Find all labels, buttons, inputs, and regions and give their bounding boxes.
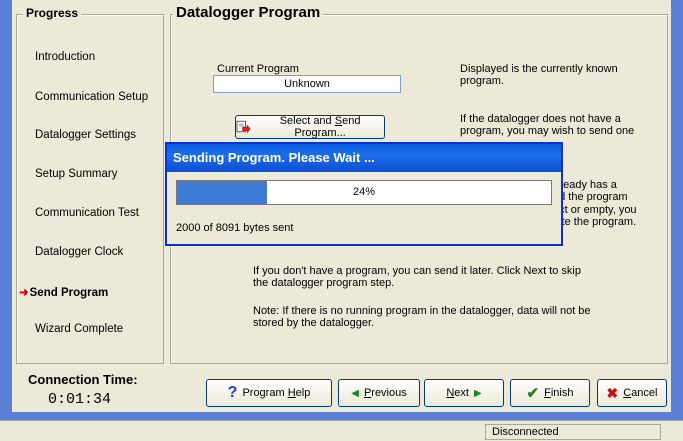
step-datalogger-clock: Datalogger Clock: [35, 246, 124, 258]
send-progress-percent: 24%: [352, 186, 376, 198]
step-send-program-label: Send Program: [29, 287, 109, 299]
step-communication-test: Communication Test: [35, 207, 139, 219]
dialog-title: Sending Program. Please Wait ...: [167, 144, 561, 172]
description-note: Note: If there is no running program in …: [253, 305, 591, 329]
window-bottom-border: [0, 412, 683, 420]
description-fragment-4: iate the program.: [553, 216, 637, 228]
program-title: Datalogger Program: [173, 4, 324, 21]
sending-program-dialog: Sending Program. Please Wait ... 24% 200…: [165, 142, 563, 246]
previous-arrow-icon: ◀: [351, 387, 359, 399]
connection-time-label: Connection Time:: [28, 372, 138, 387]
step-datalogger-settings: Datalogger Settings: [35, 129, 137, 141]
connection-status: Disconnected: [485, 424, 661, 440]
checkmark-icon: ✔: [526, 385, 540, 402]
description-fragment-2: nd the program: [553, 191, 628, 203]
finish-button[interactable]: ✔ Finish: [510, 379, 590, 407]
step-introduction: Introduction: [35, 51, 96, 63]
status-bar: Disconnected: [0, 420, 683, 441]
current-step-arrow-icon: ➜: [19, 287, 29, 299]
description-skip: If you don't have a program, you can sen…: [253, 265, 581, 289]
connection-time-value: 0:01:34: [48, 391, 112, 408]
description-fragment-1: lready has a: [557, 179, 617, 191]
step-communication-setup: Communication Setup: [35, 91, 149, 103]
progress-panel: Progress Introduction Communication Setu…: [16, 6, 164, 364]
description-fragment-3: ect or empty, you: [553, 204, 637, 216]
progress-title: Progress: [23, 6, 82, 20]
description-current-program: Displayed is the currently known program…: [460, 63, 618, 87]
help-question-icon: ?: [227, 384, 238, 401]
program-help-button[interactable]: ? Program Help: [206, 379, 332, 407]
step-send-program: ➜Send Program: [19, 285, 108, 299]
step-setup-summary: Setup Summary: [35, 168, 118, 180]
current-program-label: Current Program: [217, 63, 299, 75]
step-wizard-complete: Wizard Complete: [35, 323, 124, 335]
bytes-sent-text: 2000 of 8091 bytes sent: [176, 222, 294, 234]
next-button[interactable]: Next ▶: [424, 379, 504, 407]
window-left-border: [0, 0, 12, 440]
next-arrow-icon: ▶: [473, 387, 482, 399]
cancel-x-icon: ✖: [606, 384, 619, 401]
cancel-button[interactable]: ✖ Cancel: [597, 379, 667, 407]
send-program-icon: [236, 120, 251, 134]
previous-button[interactable]: ◀ Previous: [338, 379, 420, 407]
select-send-program-button[interactable]: Select and Send Program...: [235, 115, 385, 139]
current-program-field: Unknown: [213, 75, 401, 93]
window-right-border: [671, 0, 683, 440]
description-send-program: If the datalogger does not have a progra…: [460, 113, 635, 137]
send-progress-bar: 24%: [176, 180, 552, 205]
